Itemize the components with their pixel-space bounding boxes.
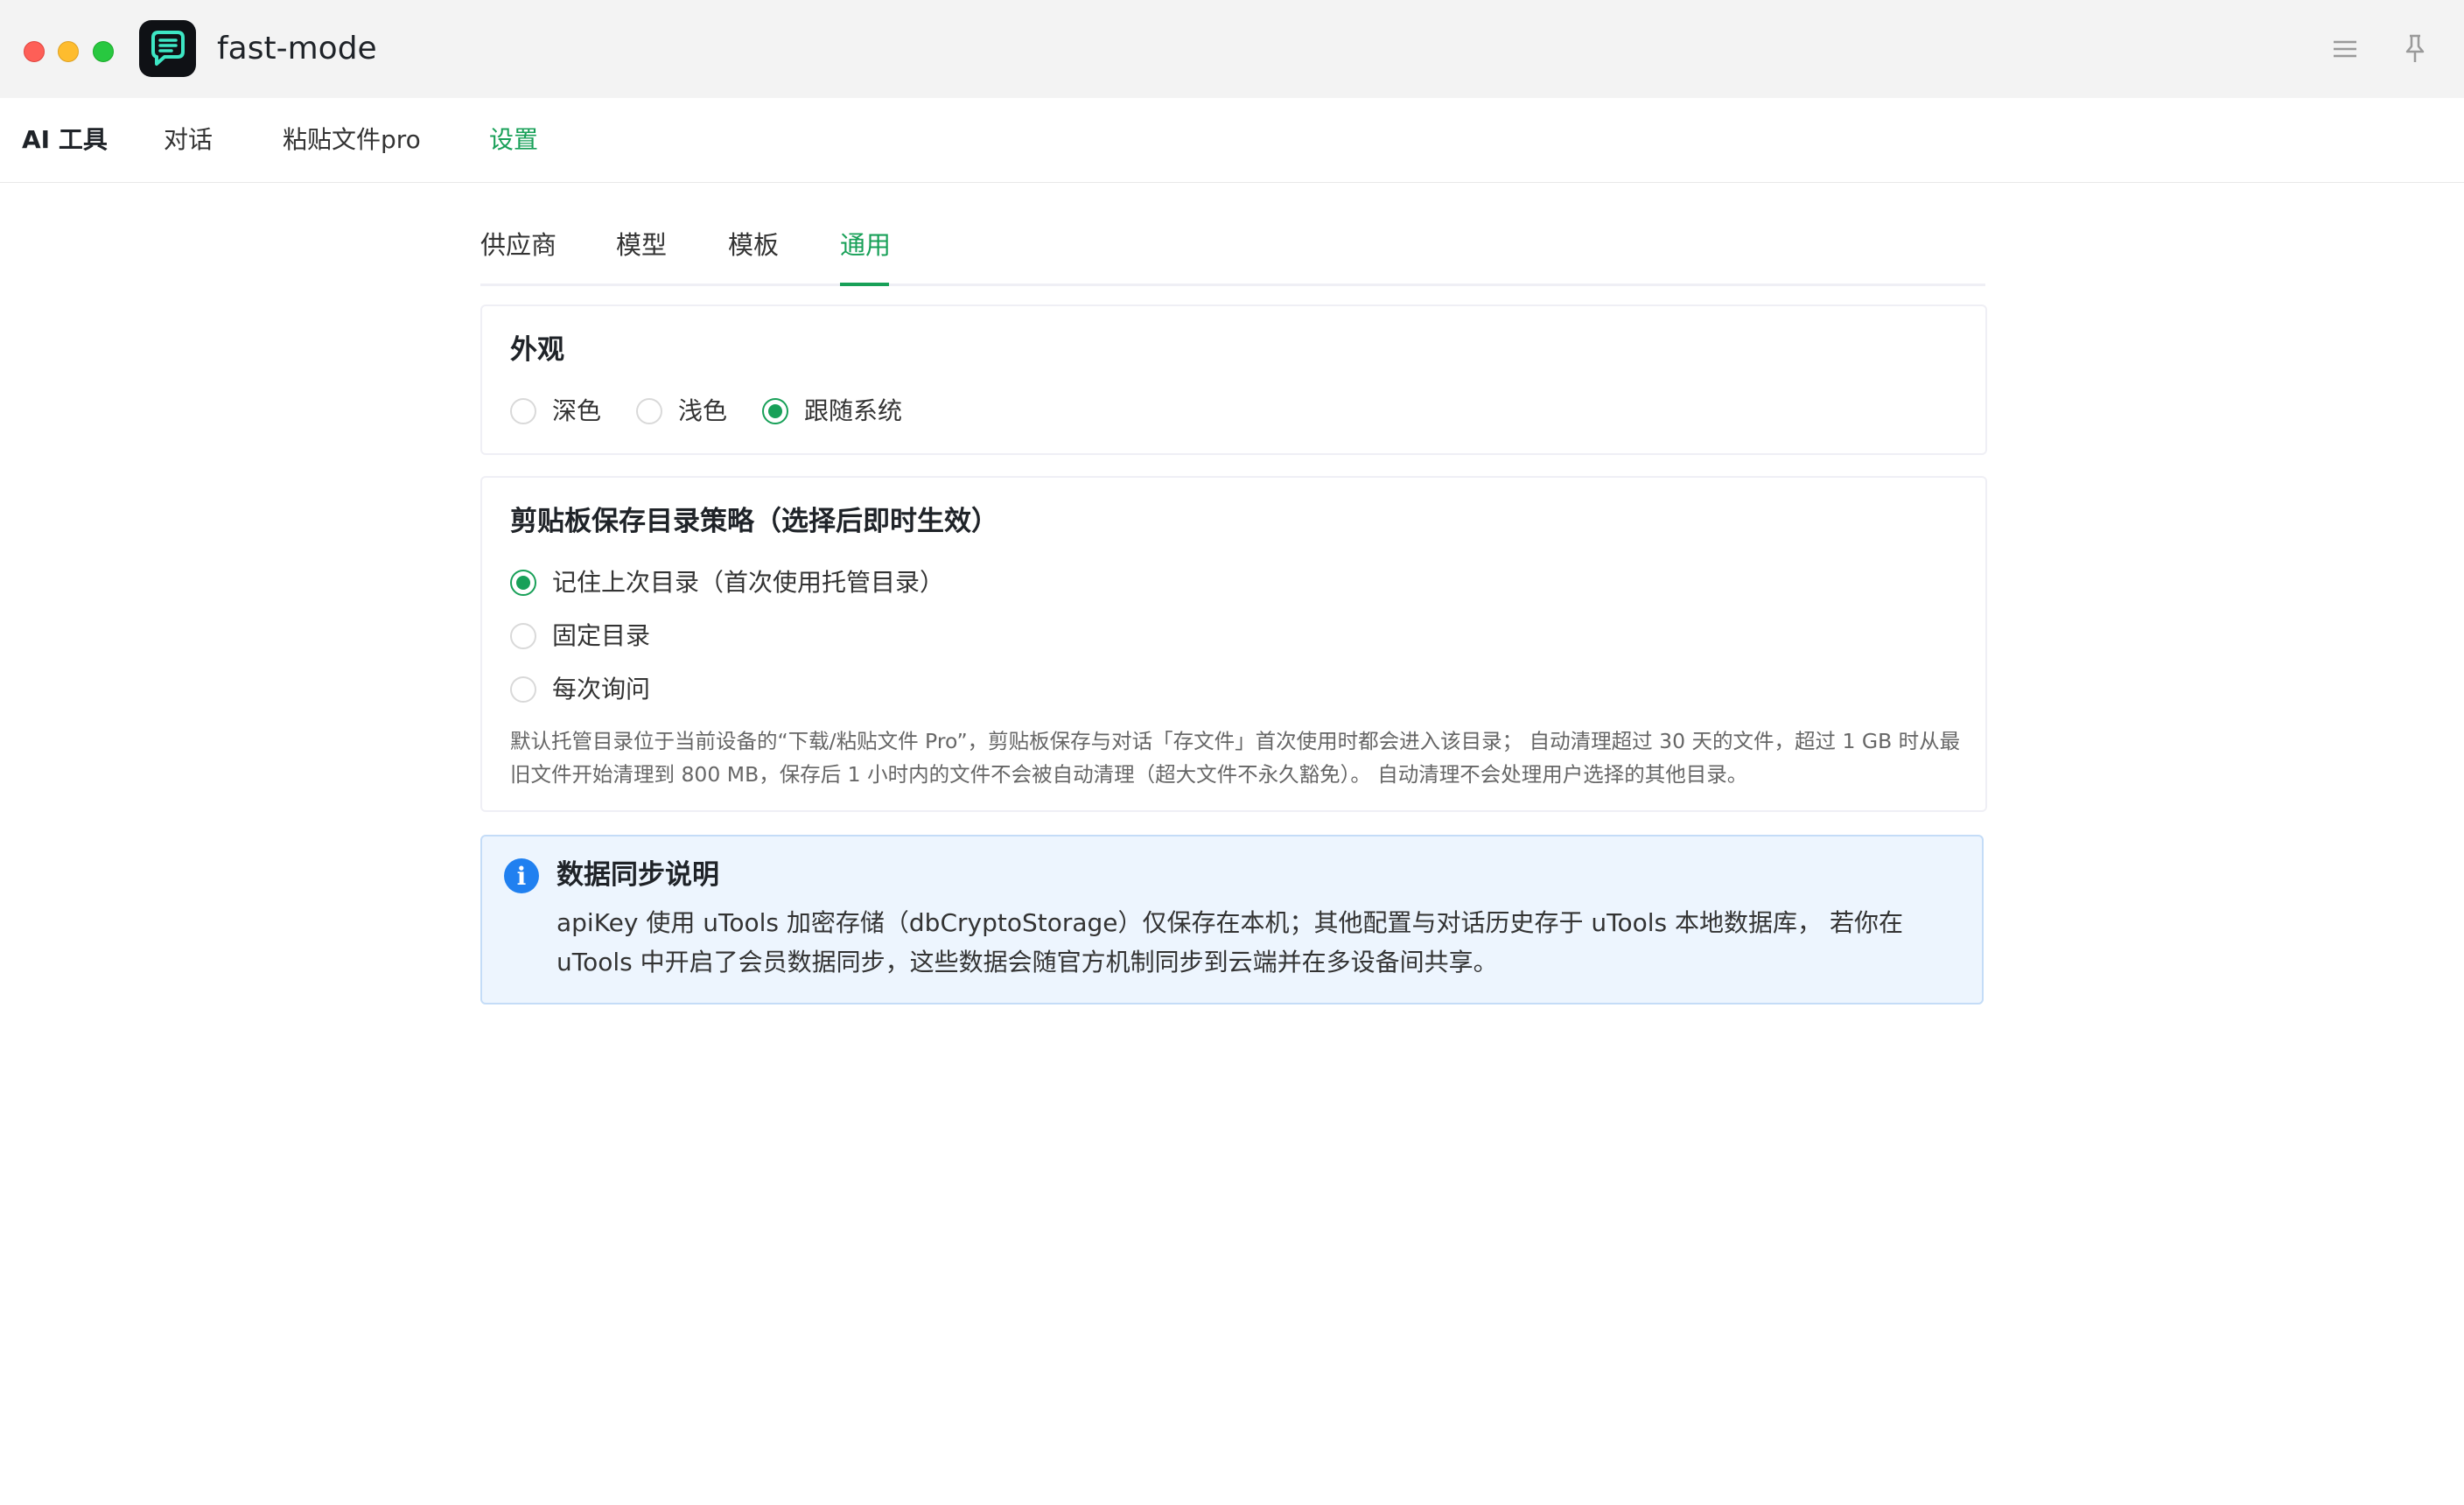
radio-ask-every-time[interactable]: 每次询问: [510, 672, 650, 707]
settings-content: 供应商 模型 模板 通用 外观 深色 浅色 跟随系统 剪贴板保存目录策略（选择后…: [480, 182, 1987, 1004]
appearance-title: 外观: [510, 334, 564, 366]
maximize-window-button[interactable]: [93, 41, 114, 62]
tab-general[interactable]: 通用: [840, 226, 891, 264]
close-window-button[interactable]: [24, 41, 45, 62]
radio-label: 每次询问: [552, 675, 651, 704]
clipboard-dir-card: 剪贴板保存目录策略（选择后即时生效） 记住上次目录（首次使用托管目录） 固定目录…: [480, 476, 1987, 812]
radio-label: 浅色: [678, 396, 728, 425]
app-title: fast-mode: [217, 31, 377, 66]
hamburger-menu-icon[interactable]: [2328, 32, 2362, 66]
active-tab-indicator: [840, 283, 889, 286]
minimize-window-button[interactable]: [58, 41, 79, 62]
title-bar: fast-mode: [0, 0, 2464, 99]
tab-templates[interactable]: 模板: [728, 226, 779, 264]
radio-circle[interactable]: [510, 623, 536, 649]
radio-circle[interactable]: [762, 398, 788, 424]
info-icon: i: [504, 858, 539, 893]
nav-item-paste-file-pro[interactable]: 粘贴文件pro: [283, 121, 421, 159]
radio-circle[interactable]: [510, 398, 536, 424]
settings-tabs: 供应商 模型 模板 通用: [480, 182, 1985, 286]
radio-circle[interactable]: [636, 398, 662, 424]
data-sync-info-alert: i 数据同步说明 apiKey 使用 uTools 加密存储（dbCryptoS…: [480, 835, 1984, 1004]
radio-label: 跟随系统: [804, 396, 903, 425]
info-title: 数据同步说明: [556, 859, 719, 891]
radio-follow-system[interactable]: 跟随系统: [762, 394, 902, 429]
pin-icon[interactable]: [2398, 32, 2432, 66]
app-window: fast-mode AI 工具 对话 粘贴文件pro 设置 供应商 模型 模板 …: [0, 0, 2464, 1505]
radio-fixed-dir[interactable]: 固定目录: [510, 619, 650, 654]
info-body: apiKey 使用 uTools 加密存储（dbCryptoStorage）仅保…: [556, 908, 1903, 976]
radio-label: 固定目录: [552, 621, 651, 650]
radio-label: 深色: [552, 396, 602, 425]
tab-providers[interactable]: 供应商: [480, 226, 556, 264]
radio-remember-last-dir[interactable]: 记住上次目录（首次使用托管目录）: [510, 565, 944, 600]
tab-models[interactable]: 模型: [616, 226, 667, 264]
radio-circle[interactable]: [510, 570, 536, 596]
radio-circle[interactable]: [510, 676, 536, 703]
nav-item-chat[interactable]: 对话: [164, 121, 213, 159]
appearance-card: 外观 深色 浅色 跟随系统: [480, 304, 1987, 455]
clipboard-dir-title: 剪贴板保存目录策略（选择后即时生效）: [510, 506, 998, 537]
radio-label: 记住上次目录（首次使用托管目录）: [552, 568, 945, 597]
chat-bubble-app-icon: [139, 20, 196, 77]
nav-item-settings[interactable]: 设置: [489, 121, 538, 159]
top-navigation: AI 工具 对话 粘贴文件pro 设置: [0, 98, 2464, 183]
brand-label: AI 工具: [22, 125, 108, 154]
radio-light[interactable]: 浅色: [636, 394, 727, 429]
clipboard-dir-hint: 默认托管目录位于当前设备的“下载/粘贴文件 Pro”，剪贴板保存与对话「存文件」…: [510, 729, 1961, 787]
radio-dark[interactable]: 深色: [510, 394, 601, 429]
